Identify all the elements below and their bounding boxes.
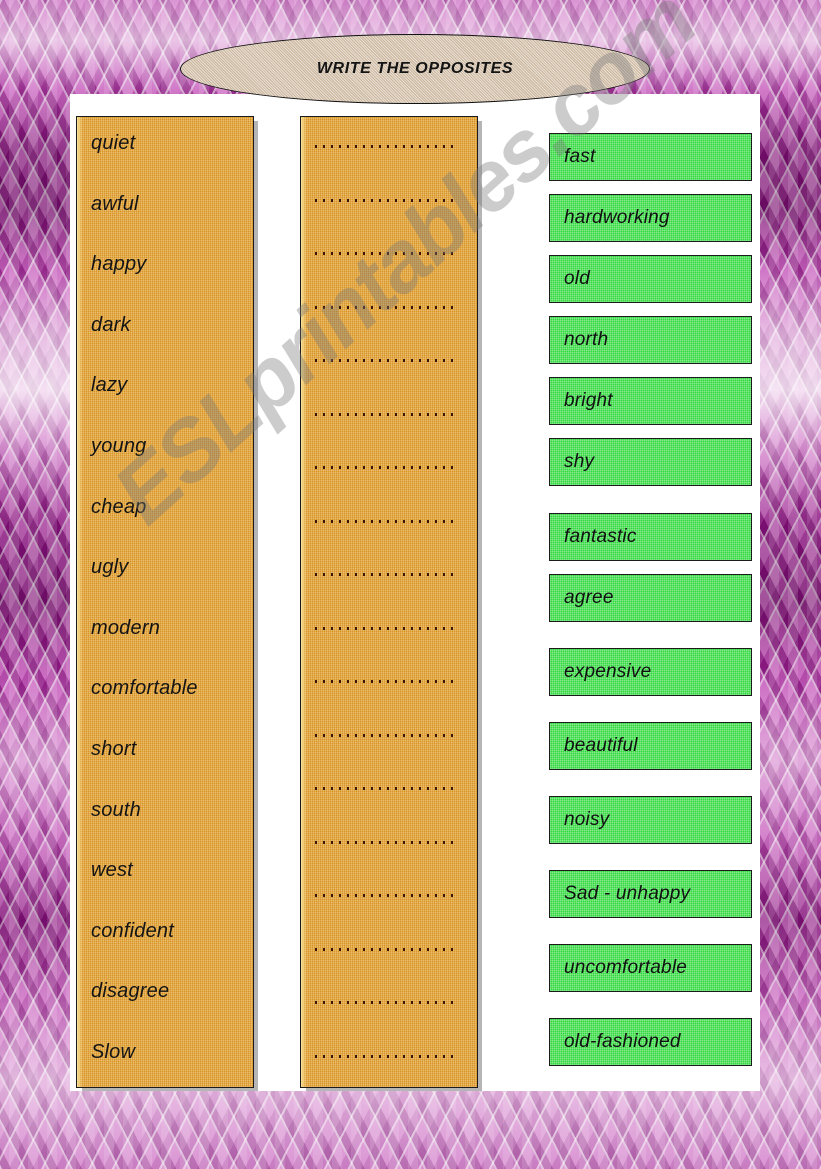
answer-blank-line[interactable] bbox=[315, 888, 455, 942]
dotted-line bbox=[315, 947, 455, 951]
dotted-line bbox=[315, 145, 455, 148]
dotted-line bbox=[315, 1054, 455, 1058]
dotted-line bbox=[315, 626, 455, 630]
word-item: ugly bbox=[91, 556, 129, 579]
dotted-line bbox=[315, 787, 455, 790]
answer-word-box[interactable]: bright bbox=[549, 377, 752, 425]
word-item: south bbox=[91, 798, 141, 821]
word-item: Slow bbox=[91, 1040, 136, 1063]
answer-blank-line[interactable] bbox=[315, 300, 455, 354]
answer-blank-line[interactable] bbox=[315, 781, 455, 835]
dotted-line bbox=[315, 466, 455, 469]
answer-word-box[interactable]: old bbox=[549, 255, 752, 303]
worksheet-title-banner: WRITE THE OPPOSITES bbox=[180, 34, 650, 104]
answer-blank-line[interactable] bbox=[315, 674, 455, 728]
word-item: short bbox=[91, 737, 137, 760]
answer-blank-line[interactable] bbox=[315, 353, 455, 407]
answer-word-box[interactable]: agree bbox=[549, 574, 752, 622]
word-item: awful bbox=[91, 192, 139, 215]
answer-word-box[interactable]: fantastic bbox=[549, 513, 752, 561]
blanks-list bbox=[301, 117, 477, 1102]
answer-word-box[interactable]: shy bbox=[549, 438, 752, 486]
word-item: comfortable bbox=[91, 677, 198, 700]
dotted-line bbox=[315, 519, 455, 523]
word-item: lazy bbox=[91, 374, 128, 397]
dotted-line bbox=[315, 252, 455, 255]
word-item: quiet bbox=[91, 132, 136, 154]
word-item: modern bbox=[91, 616, 161, 639]
word-item: confident bbox=[91, 919, 174, 942]
dotted-line bbox=[315, 1001, 455, 1004]
answer-blank-line[interactable] bbox=[315, 621, 455, 675]
answer-blank-line[interactable] bbox=[315, 246, 455, 300]
answer-blank-line[interactable] bbox=[315, 193, 455, 247]
answer-word-box[interactable]: fast bbox=[549, 133, 752, 181]
answer-word-box[interactable]: hardworking bbox=[549, 194, 752, 242]
answer-blank-line[interactable] bbox=[315, 728, 455, 782]
answer-blank-line[interactable] bbox=[315, 1049, 455, 1103]
word-item: dark bbox=[91, 313, 131, 336]
dotted-line bbox=[315, 412, 455, 416]
words-column-panel: quiet awful happy dark lazy young cheap ugly mod… bbox=[76, 116, 254, 1088]
word-item: young bbox=[91, 434, 147, 457]
answer-word-box[interactable]: noisy bbox=[549, 796, 752, 844]
blanks-column-panel bbox=[300, 116, 478, 1088]
dotted-line bbox=[315, 680, 455, 683]
page-title: WRITE THE OPPOSITES bbox=[316, 60, 514, 77]
answer-blank-line[interactable] bbox=[315, 835, 455, 889]
answer-blank-line[interactable] bbox=[315, 460, 455, 514]
answer-word-box[interactable]: old-fashioned bbox=[549, 1018, 752, 1066]
answer-blank-line[interactable] bbox=[315, 407, 455, 461]
dotted-line bbox=[315, 573, 455, 576]
answer-word-box[interactable]: north bbox=[549, 316, 752, 364]
answer-word-box[interactable]: expensive bbox=[549, 648, 752, 696]
word-item: happy bbox=[91, 253, 147, 276]
dotted-line bbox=[315, 359, 455, 362]
answer-blank-line[interactable] bbox=[315, 567, 455, 621]
answer-word-box[interactable]: beautiful bbox=[549, 722, 752, 770]
answer-word-box[interactable]: Sad - unhappy bbox=[549, 870, 752, 918]
dotted-line bbox=[315, 305, 455, 309]
dotted-line bbox=[315, 840, 455, 844]
answer-blank-line[interactable] bbox=[315, 139, 455, 193]
answer-blank-line[interactable] bbox=[315, 514, 455, 568]
answer-blank-line[interactable] bbox=[315, 995, 455, 1049]
word-item: cheap bbox=[91, 495, 147, 518]
dotted-line bbox=[315, 198, 455, 202]
dotted-line bbox=[315, 733, 455, 737]
answer-word-box[interactable]: uncomfortable bbox=[549, 944, 752, 992]
words-list: quiet awful happy dark lazy young cheap ugly mod… bbox=[77, 117, 253, 1093]
answer-blank-line[interactable] bbox=[315, 942, 455, 996]
word-item: disagree bbox=[91, 980, 170, 1003]
dotted-line bbox=[315, 894, 455, 897]
word-item: west bbox=[91, 859, 133, 882]
